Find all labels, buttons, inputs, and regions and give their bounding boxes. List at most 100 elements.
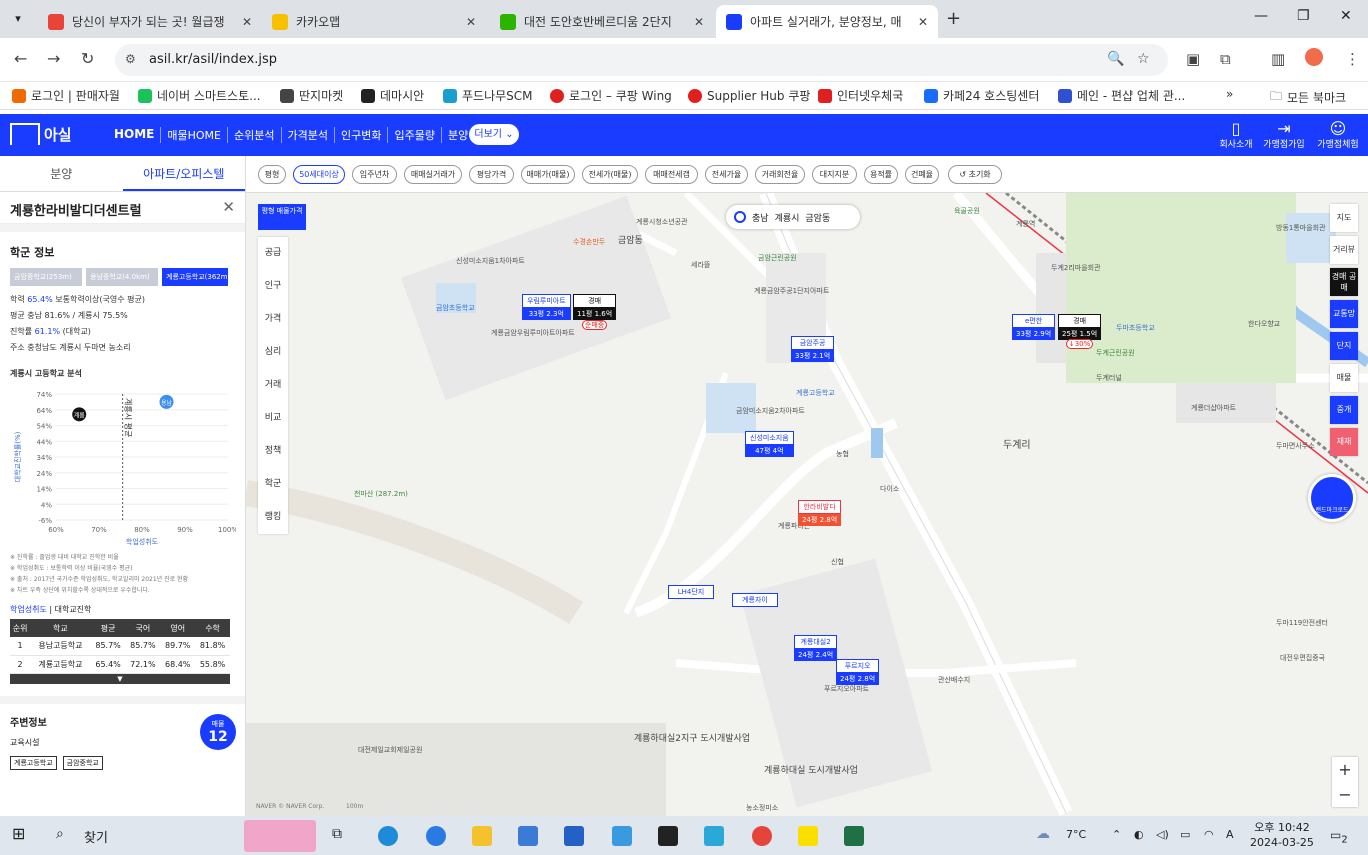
close-icon[interactable]: ✕ bbox=[466, 15, 476, 29]
bookmark-item[interactable]: 푸드나무SCM bbox=[443, 87, 533, 104]
tool-map[interactable]: 지도 bbox=[1330, 204, 1358, 232]
nav-population[interactable]: 인구변화 bbox=[335, 127, 389, 143]
reload-icon[interactable]: ↻ bbox=[81, 49, 94, 68]
filter-chip[interactable]: 평당가격 bbox=[469, 165, 514, 184]
nav-price-analysis[interactable]: 가격분석 bbox=[282, 127, 335, 143]
menu-supply[interactable]: 공급 bbox=[258, 237, 288, 270]
taskbar-clock[interactable]: 오후 10:42 2024-03-25 bbox=[1250, 820, 1314, 850]
filter-chip[interactable]: 매매실거래가 bbox=[404, 165, 462, 184]
bookmark-item[interactable]: 네이버 스마트스토... bbox=[138, 87, 261, 104]
filter-chip[interactable]: 건폐율 bbox=[905, 165, 939, 184]
bookmark-item[interactable]: 메인 - 편샵 업체 관... bbox=[1058, 87, 1185, 104]
task-view-icon[interactable]: ⧉ bbox=[332, 826, 352, 846]
media-player-icon[interactable] bbox=[658, 826, 678, 846]
zoom-in-icon[interactable]: + bbox=[1332, 757, 1358, 782]
chrome-icon[interactable] bbox=[752, 826, 772, 846]
map-marker[interactable]: 계룡자이 bbox=[732, 593, 778, 607]
bookmark-item[interactable]: 카페24 호스팅센터 bbox=[924, 87, 1039, 104]
map-marker[interactable]: 계룡대실2 24평 2.4억 bbox=[794, 635, 838, 661]
profile-avatar-icon[interactable] bbox=[1305, 48, 1323, 66]
window-close-icon[interactable]: ✕ bbox=[1340, 8, 1352, 24]
nav-ranking[interactable]: 순위분석 bbox=[228, 127, 282, 143]
menu-population[interactable]: 인구 bbox=[258, 270, 288, 303]
map-marker[interactable]: 푸르지오 24평 2.8억 bbox=[836, 659, 880, 685]
bookmark-item[interactable]: 딴지마켓 bbox=[280, 87, 343, 104]
wifi-icon[interactable]: ◠ bbox=[1204, 828, 1214, 841]
close-icon[interactable]: ✕ bbox=[694, 15, 704, 29]
back-icon[interactable]: ← bbox=[14, 49, 27, 68]
filter-chip[interactable]: 대지지분 bbox=[812, 165, 857, 184]
tool-transit[interactable]: 교통망 bbox=[1330, 300, 1358, 328]
windows-start-icon[interactable]: ⊞ bbox=[12, 824, 32, 844]
kakaotalk-icon[interactable] bbox=[798, 826, 818, 846]
ie-icon[interactable] bbox=[426, 826, 446, 846]
browser-tab-2[interactable]: 카카오맵 ✕ bbox=[262, 5, 486, 38]
loc-province[interactable]: 충남 bbox=[752, 211, 769, 224]
media-icon[interactable]: ▣ bbox=[1186, 50, 1200, 68]
menu-trade[interactable]: 거래 bbox=[258, 369, 288, 402]
landmark-road-button[interactable]: 랜드마크로드 bbox=[1308, 474, 1356, 522]
browser-tab-3[interactable]: 대전 도안호반베르디움 2단지 ✕ bbox=[490, 5, 714, 38]
tray-chevron-icon[interactable]: ⌃ bbox=[1112, 828, 1121, 841]
map-marker[interactable]: 신성미소지움 47평 4억 bbox=[745, 431, 794, 457]
forward-icon[interactable]: → bbox=[47, 49, 60, 68]
more-button[interactable]: 더보기 ⌄ bbox=[469, 124, 519, 145]
filter-chip[interactable]: 매매가(매물) bbox=[521, 165, 575, 184]
taskbar-search-label[interactable]: 찾기 bbox=[84, 827, 108, 846]
search-icon[interactable]: ⌕ bbox=[56, 826, 64, 842]
url-text[interactable]: asil.kr/asil/index.jsp bbox=[149, 52, 277, 67]
weather-temp[interactable]: 7°C bbox=[1066, 828, 1086, 841]
bookmark-item[interactable]: 로그인 | 판매자월 bbox=[12, 87, 120, 104]
filter-chip[interactable]: 전세가율 bbox=[705, 165, 748, 184]
map-marker[interactable]: 우림루미아트 33평 2.3억 bbox=[522, 294, 571, 320]
filter-chip[interactable]: 거래회전율 bbox=[755, 165, 805, 184]
map-marker[interactable]: e편한 33평 2.9억 bbox=[1012, 314, 1056, 340]
nav-home[interactable]: HOME bbox=[108, 127, 162, 143]
browser-tab-4[interactable]: 아파트 실거래가, 분양정보, 매 ✕ bbox=[716, 5, 938, 38]
selected-marker[interactable]: 한라비발디 24평 2.8억 bbox=[798, 500, 842, 526]
subtab-achievement[interactable]: 학업성취도 bbox=[10, 605, 47, 614]
loc-city[interactable]: 계룡시 bbox=[775, 211, 800, 224]
tool-redevelop[interactable]: 재재 bbox=[1330, 428, 1358, 456]
auction-marker[interactable]: 경매 11평 1.6억 순매중 bbox=[573, 294, 617, 330]
trial-button[interactable]: ☺ 가맹점체험 bbox=[1316, 119, 1360, 150]
filter-chip[interactable]: 전세가(매물) bbox=[582, 165, 638, 184]
tool-streetview[interactable]: 거리뷰 bbox=[1330, 236, 1358, 264]
listing-count-button[interactable]: 매물 12 bbox=[200, 713, 236, 750]
subtab-college[interactable]: 대학교진학 bbox=[55, 605, 92, 614]
edge-icon[interactable] bbox=[378, 826, 398, 846]
nav-supply[interactable]: 입주물량 bbox=[388, 127, 442, 143]
company-intro-button[interactable]: ▯ 회사소개 bbox=[1214, 119, 1258, 150]
minimize-icon[interactable]: — bbox=[1254, 8, 1268, 24]
menu-compare[interactable]: 비교 bbox=[258, 402, 288, 435]
map-marker[interactable]: 금암주공 33평 2.1억 bbox=[791, 336, 835, 362]
notification-icon[interactable]: ▭2 bbox=[1330, 828, 1348, 845]
menu-kebab-icon[interactable]: ⋮ bbox=[1345, 50, 1360, 68]
bookmark-star-icon[interactable]: ☆ bbox=[1137, 51, 1150, 67]
auction-marker[interactable]: 경매 25평 1.5억 ↓30% bbox=[1058, 314, 1102, 349]
reset-button[interactable]: ↺ 초기화 bbox=[948, 165, 1002, 184]
close-icon[interactable]: ✕ bbox=[918, 15, 928, 29]
nav-listing-home[interactable]: 매물HOME bbox=[161, 127, 229, 143]
location-pill[interactable]: 충남 계룡시 금암동 bbox=[726, 205, 860, 229]
sidepanel-icon[interactable]: ▥ bbox=[1271, 50, 1285, 68]
tab-presale[interactable]: 분양 bbox=[0, 156, 123, 191]
close-icon[interactable]: ✕ bbox=[222, 198, 235, 216]
edu-tag[interactable]: 금암중학교 bbox=[62, 755, 103, 770]
tab-apartment[interactable]: 아파트/오피스텔 bbox=[122, 156, 245, 191]
menu-policy[interactable]: 정책 bbox=[258, 435, 288, 468]
excel-icon[interactable] bbox=[844, 826, 864, 846]
map-marker[interactable]: LH4단지 bbox=[668, 585, 714, 599]
filter-chip[interactable]: 입주년차 bbox=[352, 165, 397, 184]
tool-complex[interactable]: 단지 bbox=[1330, 332, 1358, 360]
area-price-toggle[interactable]: 평형 매물가격 bbox=[258, 204, 306, 230]
menu-sentiment[interactable]: 심리 bbox=[258, 336, 288, 369]
bookmark-item[interactable]: 로그인 – 쿠팡 Wing bbox=[550, 87, 672, 104]
tool-auction[interactable]: 경매 공매 bbox=[1330, 268, 1358, 296]
tool-listing[interactable]: 매물 bbox=[1330, 364, 1358, 392]
menu-school[interactable]: 학군 bbox=[258, 468, 288, 501]
map-canvas[interactable]: 신성미소지움1차아파트 계룡금암우림루미아트아파트 금암초등학교 수경손만두 금… bbox=[246, 193, 1368, 816]
new-tab-icon[interactable]: + bbox=[946, 8, 961, 29]
zoom-icon[interactable]: 🔍 bbox=[1107, 51, 1124, 67]
site-info-icon[interactable]: ⚙ bbox=[125, 52, 136, 66]
